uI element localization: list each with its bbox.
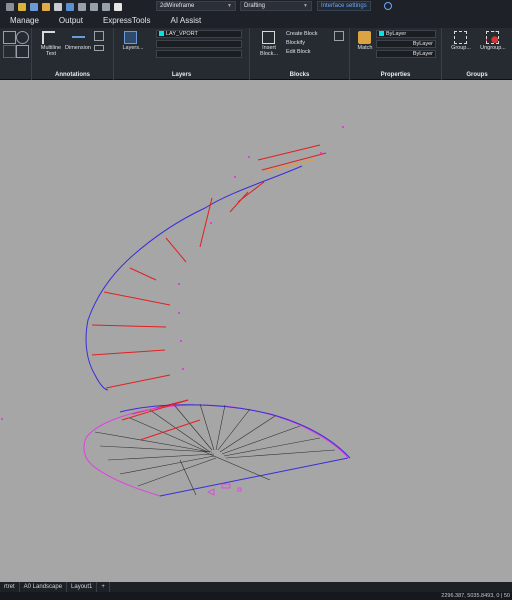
menu-output[interactable]: Output bbox=[59, 16, 83, 25]
plan-outer-curve bbox=[85, 404, 349, 459]
arc-icon[interactable] bbox=[16, 45, 29, 58]
multiline-text-button[interactable]: Multiline Text bbox=[36, 45, 66, 57]
tab-rtret[interactable]: rtret bbox=[0, 582, 20, 592]
tab-a0-landscape[interactable]: A0 Landscape bbox=[20, 582, 68, 592]
rectangle-icon[interactable] bbox=[3, 45, 16, 58]
table-icon[interactable] bbox=[94, 31, 104, 41]
brush-icon[interactable] bbox=[42, 2, 50, 11]
panel-annotations: Multiline Text Dimension Annotations bbox=[32, 28, 114, 80]
ungroup-button[interactable]: Ungroup... bbox=[476, 45, 510, 51]
chevron-down-icon: ▼ bbox=[227, 3, 232, 9]
chevron-down-icon: ▼ bbox=[303, 3, 308, 9]
insert-block-button[interactable]: Insert Block... bbox=[256, 45, 282, 57]
layers-icon bbox=[124, 31, 137, 44]
table-icon[interactable] bbox=[90, 2, 98, 11]
layer-state-select[interactable] bbox=[156, 50, 242, 58]
properties-title: Properties bbox=[380, 72, 411, 78]
text-icon bbox=[42, 31, 55, 44]
leader-icon[interactable] bbox=[94, 45, 104, 51]
grid-icon[interactable] bbox=[102, 2, 110, 11]
tab-layout1[interactable]: Layout1 bbox=[67, 582, 98, 592]
plan-blue-edge bbox=[119, 404, 351, 459]
pencil-icon[interactable] bbox=[18, 2, 26, 11]
blockify-button[interactable]: Blockify bbox=[286, 40, 305, 46]
layer-icon[interactable] bbox=[66, 2, 74, 11]
panel-layers: Layers... LAY_VPORT Layers bbox=[114, 28, 250, 80]
insert-block-icon bbox=[262, 31, 275, 44]
linetype-select[interactable]: ByLayer bbox=[376, 40, 436, 48]
ribbon: Multiline Text Dimension Annotations Lay… bbox=[0, 28, 512, 80]
tread-lines bbox=[91, 144, 327, 415]
match-button[interactable]: Match bbox=[354, 45, 376, 51]
search-icon[interactable] bbox=[384, 2, 392, 10]
group-button[interactable]: Group... bbox=[446, 45, 476, 51]
plan-front-edge bbox=[159, 457, 349, 497]
panel-blocks: Insert Block... Create Block Blockify Ed… bbox=[250, 28, 350, 80]
layers-title: Layers bbox=[171, 72, 192, 78]
menu-bar: Manage Output ExpressTools AI Assist bbox=[0, 13, 512, 28]
drawing-canvas[interactable] bbox=[0, 80, 512, 582]
add-layout-button[interactable]: + bbox=[97, 582, 110, 592]
group-icon bbox=[454, 31, 467, 44]
visual-style-value: 2dWireframe bbox=[160, 3, 195, 9]
layer-select[interactable]: LAY_VPORT bbox=[156, 30, 242, 38]
dimension-icon bbox=[72, 36, 85, 38]
groups-title: Groups bbox=[466, 72, 488, 78]
coordinates-readout: 2296.387, 5035.8493, 0 | 50 bbox=[441, 593, 510, 599]
helix-curve bbox=[85, 165, 303, 391]
match-properties-icon bbox=[358, 31, 371, 44]
color-select[interactable]: ByLayer bbox=[376, 30, 436, 38]
quick-access-toolbar: 2dWireframe ▼ Drafting ▼ Interface setti… bbox=[0, 0, 512, 13]
interface-settings-button[interactable]: Interface settings bbox=[317, 1, 371, 11]
layer-color-swatch bbox=[159, 31, 164, 37]
visual-style-select[interactable]: 2dWireframe ▼ bbox=[156, 1, 236, 11]
panel-groups: Group... Ungroup... Groups bbox=[442, 28, 512, 80]
panel-properties: Match ByLayer ByLayer ByLayer Properties bbox=[350, 28, 442, 80]
create-block-button[interactable]: Create Block bbox=[286, 31, 318, 37]
layout-tabs: rtret A0 Landscape Layout1 + bbox=[0, 582, 512, 592]
line-icon[interactable] bbox=[3, 31, 16, 44]
annotations-title: Annotations bbox=[55, 72, 90, 78]
blocks-title: Blocks bbox=[289, 72, 310, 78]
edit-block-button[interactable]: Edit Block bbox=[286, 49, 310, 55]
paste-icon[interactable] bbox=[54, 2, 62, 11]
plan-inner-curve bbox=[83, 437, 161, 497]
menu-manage[interactable]: Manage bbox=[10, 16, 39, 25]
workspace-select[interactable]: Drafting ▼ bbox=[240, 1, 312, 11]
current-layer-value: LAY_VPORT bbox=[166, 31, 198, 37]
lineweight-select[interactable]: ByLayer bbox=[376, 50, 436, 58]
panel-draw bbox=[0, 28, 32, 80]
drawing bbox=[1, 126, 351, 497]
linetype-value: ByLayer bbox=[412, 41, 433, 47]
dimension-button[interactable]: Dimension bbox=[64, 45, 92, 51]
menu-ai-assist[interactable]: AI Assist bbox=[171, 16, 202, 25]
layer-tools-row[interactable] bbox=[156, 40, 242, 48]
workspace-value: Drafting bbox=[244, 3, 266, 9]
layers-button[interactable]: Layers... bbox=[118, 45, 148, 51]
print-icon[interactable] bbox=[78, 2, 86, 11]
circle-icon[interactable] bbox=[16, 31, 29, 44]
color-swatch bbox=[379, 31, 384, 37]
lineweight-value: ByLayer bbox=[412, 51, 433, 57]
color-value: ByLayer bbox=[386, 31, 407, 37]
status-bar: 2296.387, 5035.8493, 0 | 50 bbox=[0, 592, 512, 600]
select-icon[interactable] bbox=[30, 2, 38, 11]
attribute-icon[interactable] bbox=[334, 31, 344, 41]
dropdown-icon[interactable] bbox=[6, 2, 14, 11]
blank-icon[interactable] bbox=[114, 2, 122, 11]
ungroup-icon bbox=[486, 31, 499, 44]
menu-expresstools[interactable]: ExpressTools bbox=[103, 16, 151, 25]
